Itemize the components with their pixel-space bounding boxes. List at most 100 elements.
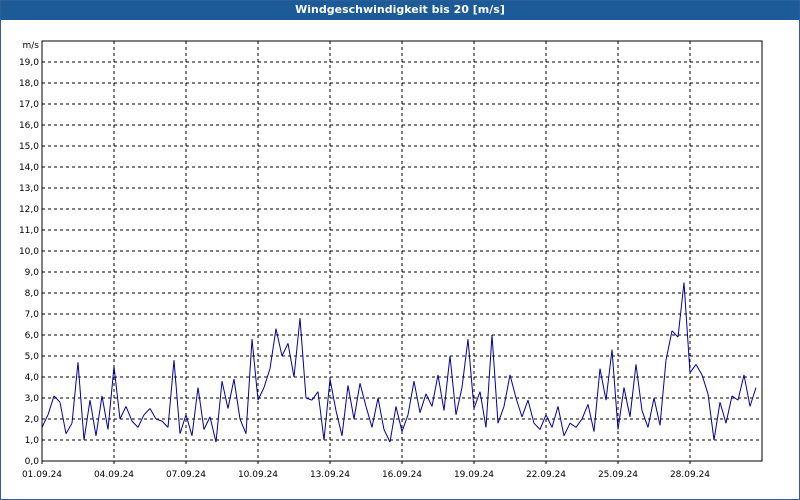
wind-speed-line-segment — [179, 414, 187, 434]
wind-speed-line-segment — [695, 364, 703, 376]
wind-speed-line-segment — [275, 328, 283, 357]
wind-speed-line-segment — [749, 387, 757, 407]
wind-speed-line-segment — [521, 399, 529, 418]
wind-speed-line-segment — [713, 402, 721, 441]
wind-speed-line-segment — [161, 420, 169, 428]
chart-window: Windgeschwindigkeit bis 20 [m/s] 0,0 1,0 2… — [0, 0, 800, 500]
wind-speed-line-segment — [53, 395, 61, 403]
wind-speed-line-segment — [245, 339, 253, 434]
wind-speed-line-segment — [443, 355, 451, 411]
x-tick-label: 19.09.24 — [454, 470, 494, 480]
wind-speed-line-segment — [329, 379, 337, 411]
wind-speed-line-segment — [137, 414, 145, 428]
wind-speed-line-segment — [419, 393, 427, 413]
wind-speed-line-segment — [413, 381, 421, 413]
wind-speed-line-segment — [497, 406, 505, 424]
x-tick-label: 22.09.24 — [526, 470, 566, 480]
y-tick-label: 1,0 — [25, 436, 40, 446]
wind-speed-line-segment — [377, 397, 385, 430]
wind-speed-line-segment — [83, 400, 91, 441]
x-tick-label: 16.09.24 — [382, 470, 422, 480]
wind-speed-line-segment — [611, 349, 619, 430]
wind-speed-line-segment — [173, 360, 181, 434]
wind-speed-line-segment — [575, 418, 583, 428]
wind-speed-line-segment — [437, 374, 445, 411]
wind-speed-line-segment — [251, 339, 259, 401]
wind-speed-line-segment — [473, 391, 481, 409]
x-tick-label: 07.09.24 — [166, 470, 206, 480]
y-tick-label: 18,0 — [19, 79, 39, 89]
wind-speed-line-segment — [581, 404, 589, 420]
wind-speed-line-segment — [449, 355, 457, 415]
wind-speed-line-segment — [461, 339, 469, 388]
x-tick-label: 10.09.24 — [238, 470, 278, 480]
wind-speed-line-segment — [689, 364, 697, 374]
wind-speed-line-segment — [197, 387, 205, 430]
wind-speed-line-segment — [401, 414, 409, 432]
wind-speed-line-segment — [737, 374, 745, 401]
y-tick-label: 6,0 — [25, 331, 40, 341]
y-tick-label: 17,0 — [19, 100, 39, 110]
x-tick-label: 01.09.24 — [22, 470, 62, 480]
wind-speed-line-segment — [719, 402, 727, 424]
wind-speed-line-segment — [659, 360, 667, 426]
wind-speed-line-segment — [77, 362, 85, 441]
wind-speed-line-segment — [635, 364, 643, 411]
wind-speed-line-segment — [671, 330, 679, 338]
wind-speed-line-segment — [311, 391, 319, 401]
wind-speed-line-segment — [545, 414, 553, 428]
wind-speed-line-segment — [239, 418, 247, 434]
y-tick-label: 3,0 — [25, 394, 40, 404]
wind-speed-line-segment — [59, 402, 67, 434]
wind-speed-line-segment — [263, 368, 271, 388]
y-tick-label: 15,0 — [19, 142, 39, 152]
wind-speed-line-segment — [143, 408, 151, 416]
wind-speed-line-segment — [287, 343, 295, 378]
wind-speed-line-segment — [557, 406, 565, 436]
wind-speed-line-segment — [743, 374, 751, 407]
wind-speed-line-segment — [341, 385, 349, 436]
wind-speed-line-segment — [491, 334, 499, 424]
wind-speed-line-segment — [167, 360, 175, 428]
wind-speed-line-segment — [587, 404, 595, 432]
wind-speed-line-segment — [227, 379, 235, 409]
wind-speed-line-segment — [365, 406, 373, 428]
wind-speed-line-segment — [209, 416, 217, 443]
wind-speed-line-segment — [605, 349, 613, 401]
wind-speed-line-segment — [629, 364, 637, 417]
x-tick-label: 25.09.24 — [598, 470, 638, 480]
wind-speed-line-segment — [221, 381, 229, 409]
wind-speed-line-segment — [503, 374, 511, 407]
wind-speed-line-segment — [119, 406, 127, 420]
y-tick-label: 0,0 — [25, 457, 40, 467]
wind-speed-line-segment — [593, 368, 601, 432]
wind-speed-line-segment — [599, 368, 607, 401]
x-tick-label: 13.09.24 — [310, 470, 350, 480]
wind-speed-line-segment — [479, 391, 487, 428]
wind-speed-line-segment — [569, 422, 577, 428]
wind-speed-chart: 0,0 1,0 2,0 3,0 4,0 5,0 6,0 7,0 8,0 9,0 10,0 11,0 12… — [19, 40, 763, 480]
y-tick-label: 8,0 — [25, 289, 40, 299]
wind-speed-line-segment — [41, 414, 49, 428]
wind-speed-line-segment — [335, 410, 343, 436]
wind-speed-line-segment — [431, 374, 439, 407]
wind-speed-line-segment — [47, 395, 55, 415]
wind-speed-line-segment — [233, 379, 241, 420]
wind-speed-line-segment — [527, 399, 535, 424]
x-tick-label: 04.09.24 — [94, 470, 134, 480]
wind-speed-line-segment — [185, 414, 193, 436]
wind-speed-line-segment — [683, 282, 691, 373]
wind-speed-line-segment — [509, 374, 517, 399]
wind-speed-line-segment — [149, 408, 157, 420]
wind-speed-line-segment — [425, 393, 433, 407]
wind-speed-line-segment — [359, 383, 367, 407]
y-tick-label: 13,0 — [19, 184, 39, 194]
x-tick-label: 28.09.24 — [670, 470, 710, 480]
y-tick-label: 7,0 — [25, 310, 40, 320]
y-tick-label: 5,0 — [25, 352, 40, 362]
y-tick-label: 19,0 — [19, 58, 39, 68]
y-axis-unit: m/s — [23, 41, 40, 51]
y-tick-label: 10,0 — [19, 247, 39, 257]
wind-speed-line-segment — [113, 366, 121, 420]
wind-speed-line-segment — [131, 420, 139, 428]
